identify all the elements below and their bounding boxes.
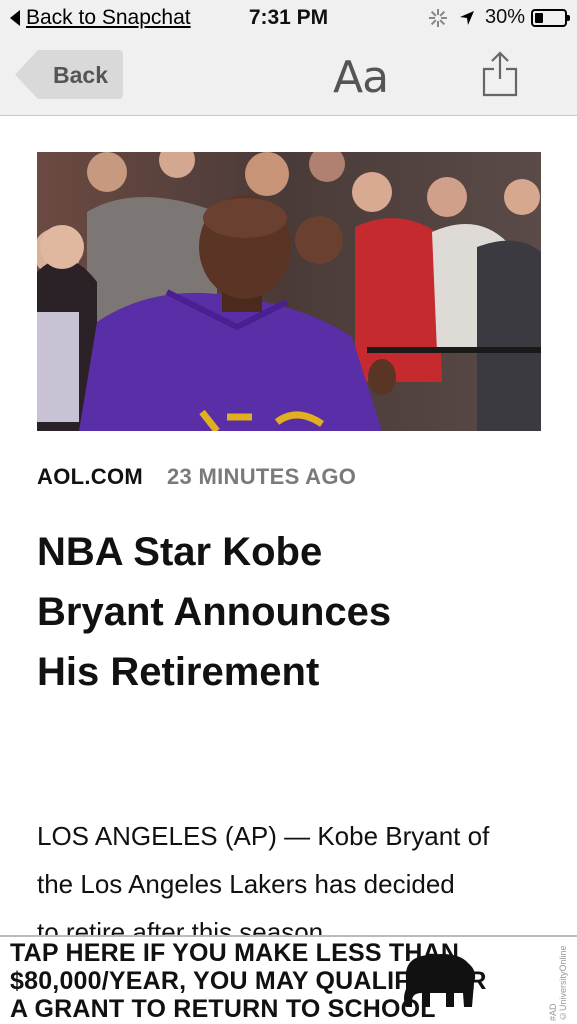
headline-line: His Retirement	[37, 650, 320, 694]
ad-banner[interactable]: TAP HERE IF YOU MAKE LESS THAN $80,000/Y…	[0, 935, 577, 1024]
back-button-label: Back	[53, 62, 108, 88]
elephant-icon	[404, 954, 476, 1007]
hero-photo	[37, 152, 541, 431]
nav-bar: Back Aa	[0, 38, 577, 116]
article-meta: AOL.COM 23 MINUTES AGO	[37, 464, 356, 490]
headline-line: Bryant Announces	[37, 590, 392, 634]
body-line: LOS ANGELES (AP) — Kobe Bryant of	[37, 821, 490, 851]
battery-icon	[531, 8, 570, 27]
status-right: 30%	[428, 6, 570, 29]
status-bar: Back to Snapchat 7:31 PM 30%	[0, 0, 577, 38]
ad-line-3: A GRANT TO RETURN TO SCHOOL	[10, 995, 436, 1023]
headline-line: NBA Star Kobe	[37, 530, 323, 574]
article-hero-image	[37, 152, 541, 431]
article-source[interactable]: AOL.COM	[37, 464, 143, 489]
activity-spinner-icon	[428, 8, 447, 27]
ad-line-1: TAP HERE IF YOU MAKE LESS THAN	[10, 939, 460, 967]
battery-percent: 30%	[484, 6, 525, 28]
location-arrow-icon	[459, 10, 474, 25]
back-button[interactable]: Back	[14, 49, 124, 100]
share-icon[interactable]	[482, 51, 518, 97]
text-size-button[interactable]: Aa	[333, 52, 389, 103]
body-line: the Los Angeles Lakers has decided	[37, 869, 455, 899]
ad-fine-print: #AD ©UniversityOnline	[548, 945, 568, 1021]
article-time: 23 MINUTES AGO	[166, 464, 357, 489]
article-headline: NBA Star Kobe Bryant Announces His Retir…	[37, 522, 547, 702]
